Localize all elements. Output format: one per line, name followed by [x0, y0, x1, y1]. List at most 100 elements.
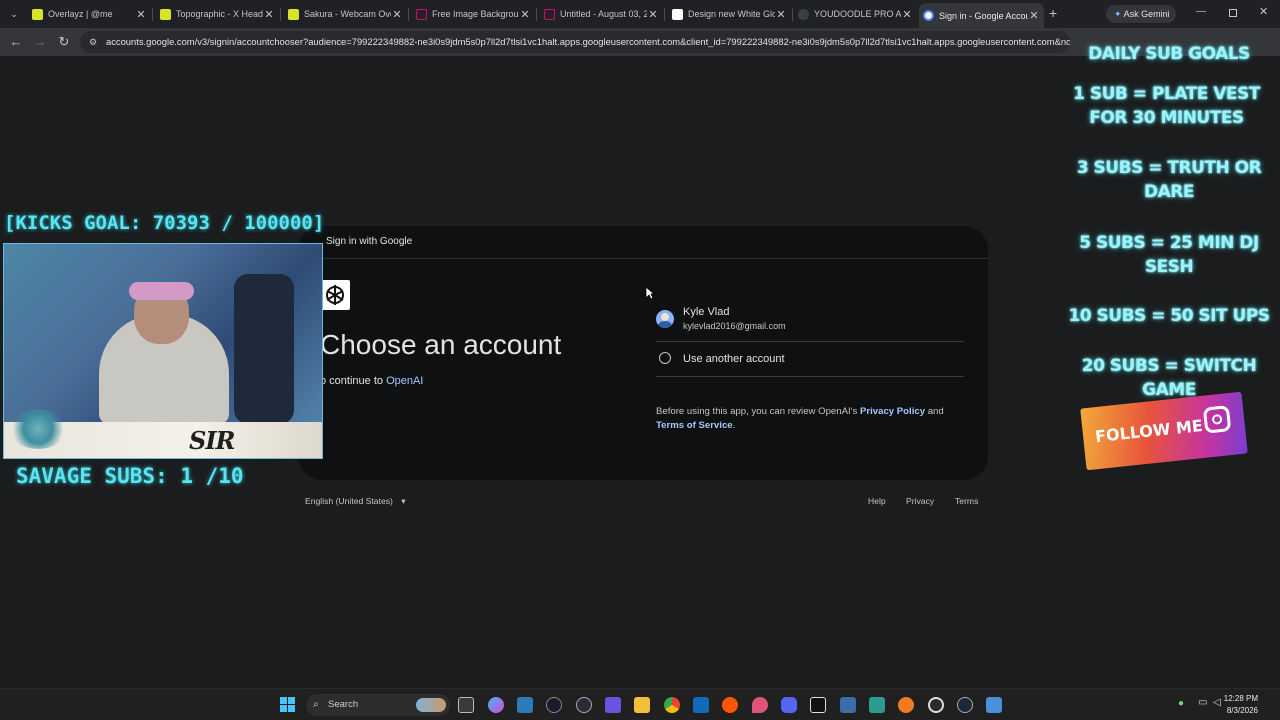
taskbar-search[interactable]: ⌕ Search [306, 694, 450, 716]
account-kyle-vlad[interactable]: Kyle Vlad kylevlad2016@gmail.com [656, 298, 964, 342]
store-icon[interactable] [693, 697, 709, 713]
policy-notice: Before using this app, you can review Op… [656, 405, 956, 433]
terms-of-service-link[interactable]: Terms of Service [656, 420, 733, 431]
close-tab-icon[interactable]: ✕ [135, 8, 147, 21]
google-favicon-icon [923, 10, 934, 21]
restore-button[interactable] [1229, 9, 1237, 17]
file-explorer-icon[interactable] [634, 697, 650, 713]
mouse-cursor-icon [645, 286, 655, 300]
taskbar-clock[interactable]: 12:28 PM 8/3/2026 [1224, 693, 1258, 717]
close-tab-icon[interactable]: ✕ [519, 8, 531, 21]
sub-goal-3: 3 SUBS = TRUTH OR DARE [1076, 158, 1262, 202]
photos-app-icon[interactable] [986, 697, 1002, 713]
media-app-icon[interactable] [576, 697, 592, 713]
sub-goal-10: 10 SUBS = 50 SIT UPS [1068, 306, 1270, 326]
tab-strip: ⌄ Overlayz | @me ✕ Topographic - X Head … [0, 0, 1280, 28]
tab-title: Overlayz | @me [48, 9, 113, 19]
overlayz-favicon-icon [160, 8, 171, 20]
task-view-icon[interactable] [458, 697, 474, 713]
steam-icon[interactable] [957, 697, 973, 713]
tab-title: Design new White Glo [688, 9, 775, 19]
tab-title: Sign in - Google Accou [939, 10, 1028, 21]
close-tab-icon[interactable]: ✕ [775, 8, 787, 21]
reload-button[interactable]: ↻ [55, 33, 73, 51]
ask-gemini-label: Ask Gemini [1123, 9, 1170, 19]
microphone-icon[interactable]: ● [1178, 698, 1184, 709]
tab-free-image[interactable]: Free Image Backgroun ✕ [416, 3, 531, 25]
close-tab-icon[interactable]: ✕ [901, 8, 913, 21]
privacy-policy-link[interactable]: Privacy Policy [860, 406, 925, 417]
search-highlight-icon [416, 698, 446, 712]
mixer-app-icon[interactable] [840, 697, 856, 713]
webcam-name-tag: SIR SAVAGE [189, 426, 292, 458]
account-email: kylevlad2016@gmail.com [683, 321, 786, 331]
avatar [656, 310, 674, 328]
clock-date: 8/3/2026 [1226, 706, 1258, 715]
volume-icon[interactable]: ◁ [1213, 697, 1221, 708]
openai-logo-icon [320, 280, 350, 310]
chrome-icon[interactable] [664, 697, 680, 713]
windows-taskbar: ⌕ Search ● ▭ ◁ 12:28 PM 8/3/2026 [0, 688, 1280, 720]
adobe-favicon-icon [544, 8, 555, 20]
sub-goal-1: 1 SUB = PLATE VEST FOR 30 MINUTES [1073, 84, 1260, 128]
new-tab-button[interactable]: + [1049, 5, 1063, 21]
orange-app-icon[interactable] [898, 697, 914, 713]
close-tab-icon[interactable]: ✕ [1028, 9, 1040, 22]
google-signin-card: Sign in with Google Choose an account o … [298, 226, 988, 480]
tab-title: Free Image Backgroun [432, 9, 519, 19]
address-bar[interactable]: ⚙ accounts.google.com/v3/signin/accountc… [80, 31, 1070, 53]
close-tab-icon[interactable]: ✕ [391, 8, 403, 21]
tab-sakura[interactable]: Sakura - Webcam Ove ✕ [288, 3, 403, 25]
forward-button[interactable]: → [31, 33, 49, 51]
discord-icon[interactable] [781, 697, 797, 713]
url-text: accounts.google.com/v3/signin/accountcho… [106, 36, 1070, 47]
copilot-icon[interactable] [488, 697, 504, 713]
sakura-tree-icon [8, 409, 68, 449]
word-favicon-icon [672, 8, 683, 20]
overlayz-favicon-icon [288, 8, 299, 20]
site-info-icon[interactable]: ⚙ [89, 31, 97, 53]
arrow-app-icon[interactable] [546, 697, 562, 713]
gemini-icon: ✦ [1114, 9, 1122, 19]
card-header: Sign in with Google [298, 226, 988, 259]
monitor-app-icon[interactable] [517, 697, 533, 713]
close-tab-icon[interactable]: ✕ [647, 8, 659, 21]
openai-link[interactable]: OpenAI [386, 375, 423, 387]
capcut-icon[interactable] [810, 697, 826, 713]
use-another-account-button[interactable]: Use another account [656, 342, 964, 377]
tab-design[interactable]: Design new White Glo ✕ [672, 3, 787, 25]
tab-youdoodle[interactable]: YOUDOODLE PRO APK ✕ [798, 3, 913, 25]
minimize-button[interactable]: — [1196, 6, 1206, 17]
policy-and: and [927, 406, 944, 417]
tab-google-signin[interactable]: Sign in - Google Accou ✕ [919, 3, 1044, 28]
language-select[interactable]: English (United States) ▾ [305, 496, 406, 507]
obs-icon[interactable] [928, 697, 944, 713]
notes-app-icon[interactable] [869, 697, 885, 713]
back-button[interactable]: ← [7, 33, 25, 51]
tab-untitled[interactable]: Untitled - August 03, 2 ✕ [544, 3, 659, 25]
sign-in-with-google-label: Sign in with Google [326, 236, 413, 247]
tab-list-button[interactable]: ⌄ [6, 6, 22, 22]
clock-time: 12:28 PM [1223, 694, 1258, 703]
tab-title: YOUDOODLE PRO APK [814, 9, 901, 19]
ask-gemini-button[interactable]: ✦ Ask Gemini [1106, 5, 1176, 23]
grid-app-icon[interactable] [605, 697, 621, 713]
sub-goal-5: 5 SUBS = 25 MIN DJ SESH [1079, 233, 1259, 277]
chevron-down-icon: ▾ [401, 496, 406, 506]
account-circle-icon [659, 352, 671, 364]
tab-overlayz[interactable]: Overlayz | @me ✕ [32, 3, 147, 25]
soundcloud-icon[interactable] [722, 697, 738, 713]
close-tab-icon[interactable]: ✕ [263, 8, 275, 21]
policy-period: . [732, 420, 736, 431]
privacy-link[interactable]: Privacy [906, 496, 934, 506]
location-app-icon[interactable] [752, 697, 768, 713]
continue-prefix: o continue to [320, 375, 383, 387]
close-window-button[interactable]: ✕ [1259, 5, 1268, 18]
start-button[interactable] [280, 697, 296, 713]
tab-topographic[interactable]: Topographic - X Head ✕ [160, 3, 275, 25]
help-link[interactable]: Help [868, 496, 886, 506]
terms-link[interactable]: Terms [955, 496, 978, 506]
page-title: Choose an account [320, 329, 562, 360]
network-icon[interactable]: ▭ [1198, 697, 1207, 708]
continue-to-text: o continue to OpenAI [320, 375, 423, 387]
